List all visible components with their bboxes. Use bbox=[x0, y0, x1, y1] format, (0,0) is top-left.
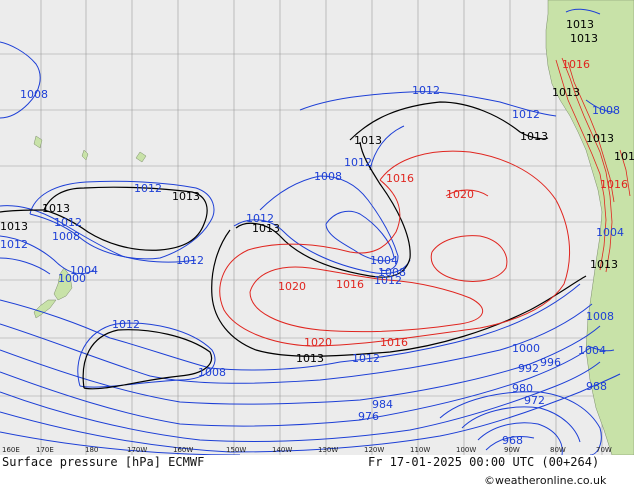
isobar-label: 1012 bbox=[512, 108, 540, 121]
isobar-label: 1000 bbox=[512, 342, 540, 355]
isobar-label: 972 bbox=[524, 394, 545, 407]
isobar-label: 1000 bbox=[58, 272, 86, 285]
isobar-label: 1012 bbox=[134, 182, 162, 195]
isobar-label: 1004 bbox=[578, 344, 606, 357]
isobar-label: 1008 bbox=[586, 310, 614, 323]
isobar-label: 1016 bbox=[386, 172, 414, 185]
isobar-label: 1008 bbox=[314, 170, 342, 183]
longitude-tick: 160E bbox=[2, 446, 20, 454]
isobar-label: 1008 bbox=[52, 230, 80, 243]
isobar-label: 1012 bbox=[54, 216, 82, 229]
isobar-label: 1013 bbox=[520, 130, 548, 143]
isobar-label: 1013 bbox=[552, 86, 580, 99]
longitude-tick: 100W bbox=[456, 446, 476, 454]
longitude-tick: 160W bbox=[173, 446, 193, 454]
isobar-label: 1020 bbox=[278, 280, 306, 293]
isobar-label: 1012 bbox=[112, 318, 140, 331]
longitude-tick: 170W bbox=[127, 446, 147, 454]
pressure-map: 1008 1012 1013 1013 1012 1013 1012 1008 … bbox=[0, 0, 634, 490]
isobar-label: 992 bbox=[518, 362, 539, 375]
isobar-label: 1013 bbox=[252, 222, 280, 235]
isobar-label: 1013 bbox=[42, 202, 70, 215]
isobar-label: 1012 bbox=[374, 274, 402, 287]
isobar-label: 1016 bbox=[600, 178, 628, 191]
isobar-label: 1012 bbox=[176, 254, 204, 267]
longitude-tick: 180 bbox=[85, 446, 98, 454]
isobar-label: 1012 bbox=[412, 84, 440, 97]
isobar-label: 996 bbox=[540, 356, 561, 369]
isobar-label: 1004 bbox=[596, 226, 624, 239]
isobar-label: 1008 bbox=[20, 88, 48, 101]
map-title: Surface pressure [hPa] ECMWF bbox=[2, 455, 204, 469]
longitude-tick: 110W bbox=[410, 446, 430, 454]
isobar-label: 1012 bbox=[344, 156, 372, 169]
longitude-tick: 140W bbox=[272, 446, 292, 454]
valid-time: Fr 17-01-2025 00:00 UTC (00+264) bbox=[368, 455, 599, 469]
isobar-label: 1013 bbox=[296, 352, 324, 365]
isobar-label: 1020 bbox=[446, 188, 474, 201]
isobar-label: 1013 bbox=[0, 220, 28, 233]
isobar-label: 1020 bbox=[304, 336, 332, 349]
isobar-label: 988 bbox=[586, 380, 607, 393]
isobar-label: 1016 bbox=[562, 58, 590, 71]
longitude-tick: 150W bbox=[226, 446, 246, 454]
isobar-label: 1013 bbox=[566, 18, 594, 31]
map-canvas: 1008 1012 1013 1013 1012 1013 1012 1008 … bbox=[0, 0, 634, 490]
credit-text: ©weatheronline.co.uk bbox=[484, 474, 607, 487]
isobar-label: 1013 bbox=[172, 190, 200, 203]
longitude-tick: 90W bbox=[504, 446, 520, 454]
isobar-label: 1013 bbox=[590, 258, 618, 271]
isobar-label: 1008 bbox=[198, 366, 226, 379]
longitude-tick: 170E bbox=[36, 446, 54, 454]
isobar-label: 1008 bbox=[592, 104, 620, 117]
isobar-label: 976 bbox=[358, 410, 379, 423]
isobar-label: 101 bbox=[614, 150, 634, 163]
isobar-label: 1013 bbox=[586, 132, 614, 145]
isobar-label: 1012 bbox=[352, 352, 380, 365]
isobar-label: 1013 bbox=[354, 134, 382, 147]
longitude-tick: 130W bbox=[318, 446, 338, 454]
isobar-label: 1016 bbox=[336, 278, 364, 291]
isobar-label: 1016 bbox=[380, 336, 408, 349]
isobar-label: 1012 bbox=[0, 238, 28, 251]
longitude-tick: 80W bbox=[550, 446, 566, 454]
longitude-tick: 120W bbox=[364, 446, 384, 454]
longitude-tick: 70W bbox=[596, 446, 612, 454]
isobar-label: 1013 bbox=[570, 32, 598, 45]
